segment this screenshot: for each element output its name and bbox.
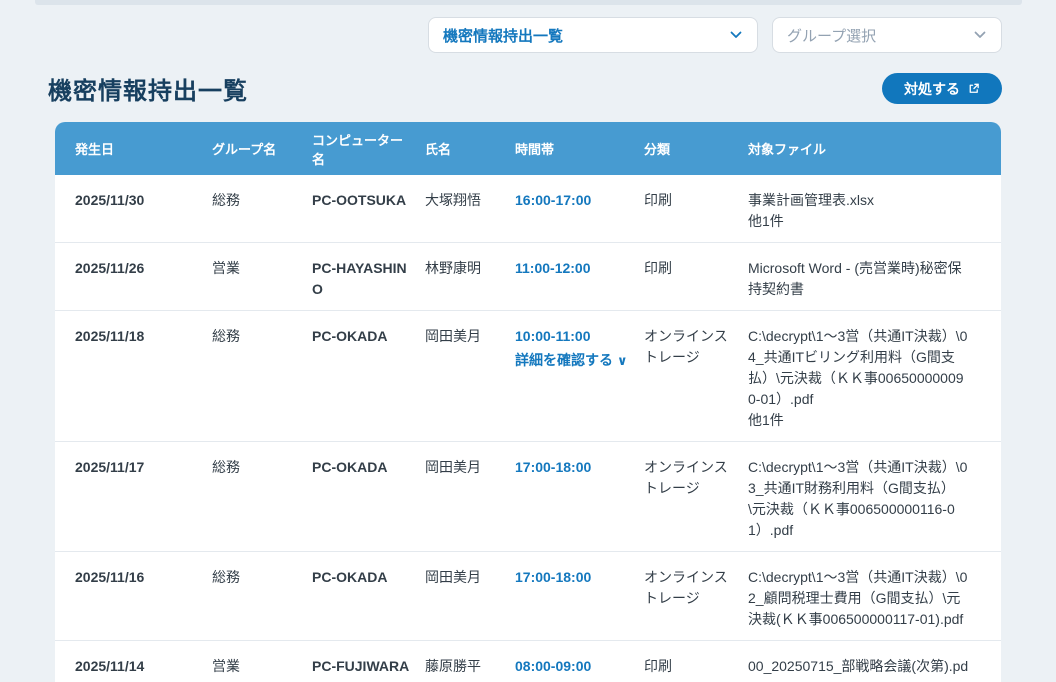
- time-range-link[interactable]: 17:00-18:00: [515, 457, 591, 478]
- page-title: 機密情報持出一覧: [48, 71, 248, 106]
- cell-files: C:\decrypt\1～3営（共通IT決裁）\04_共通ITビリング利用料（G…: [748, 326, 981, 431]
- chevron-down-icon: [973, 28, 987, 42]
- column-header-category: 分類: [644, 139, 748, 158]
- cell-date: 2025/11/18: [75, 326, 212, 347]
- detail-toggle-link[interactable]: 詳細を確認する∨: [515, 350, 632, 371]
- handle-action-button[interactable]: 対処する: [882, 73, 1002, 104]
- file-name: C:\decrypt\1～3営（共通IT決裁）\04_共通ITビリング利用料（G…: [748, 326, 969, 410]
- cell-time: 10:00-11:00 詳細を確認する∨: [515, 326, 644, 371]
- cell-name: 林野康明: [425, 258, 515, 279]
- title-row: 機密情報持出一覧 対処する: [48, 71, 1002, 106]
- cell-files: 00_20250715_部戦略会議(次第).pdf他1件: [748, 656, 981, 682]
- cell-group: 営業: [212, 258, 312, 279]
- export-events-table: 発生日 グループ名 コンピューター名 氏名 時間帯 分類 対象ファイル 2025…: [55, 122, 1001, 682]
- cell-time: 17:00-18:00: [515, 567, 644, 588]
- cell-date: 2025/11/14 詳細を確認する∨: [75, 656, 212, 682]
- cell-computer: PC-OOTSUKA: [312, 190, 413, 211]
- table-row: 2025/11/17 総務 PC-OKADA 岡田美月 17:00-18:00 …: [55, 442, 1001, 552]
- cell-category: オンラインストレージ: [644, 567, 748, 609]
- external-link-icon: [967, 82, 980, 95]
- cell-name: 大塚翔悟: [425, 190, 515, 211]
- cell-name: 岡田美月: [425, 567, 515, 588]
- column-header-computer: コンピューター名: [312, 130, 425, 168]
- top-edge-strip: [35, 0, 1022, 5]
- cell-name: 岡田美月: [425, 326, 515, 347]
- cell-computer: PC-FUJIWARA: [312, 656, 413, 677]
- occurrence-date: 2025/11/17: [75, 457, 200, 478]
- cell-group: 営業: [212, 656, 312, 677]
- cell-date: 2025/11/17: [75, 457, 212, 478]
- chevron-down-icon: [729, 28, 743, 42]
- cell-time: 11:00-12:00: [515, 258, 644, 279]
- occurrence-date: 2025/11/30: [75, 190, 200, 211]
- cell-files: Microsoft Word - (売営業時)秘密保持契約書: [748, 258, 981, 300]
- occurrence-date: 2025/11/16: [75, 567, 200, 588]
- report-type-select[interactable]: 機密情報持出一覧: [428, 17, 758, 53]
- cell-date: 2025/11/16: [75, 567, 212, 588]
- cell-name: 岡田美月: [425, 457, 515, 478]
- file-name: C:\decrypt\1～3営（共通IT決裁）\03_共通IT財務利用料（G間支…: [748, 457, 969, 541]
- occurrence-date: 2025/11/14: [75, 656, 200, 677]
- handle-action-button-label: 対処する: [904, 79, 960, 99]
- cell-files: 事業計画管理表.xlsx他1件: [748, 190, 981, 232]
- table-header-row: 発生日 グループ名 コンピューター名 氏名 時間帯 分類 対象ファイル: [55, 122, 1001, 175]
- occurrence-date: 2025/11/18: [75, 326, 200, 347]
- cell-name: 藤原勝平: [425, 656, 515, 677]
- file-name: 事業計画管理表.xlsx: [748, 190, 969, 211]
- file-name: 00_20250715_部戦略会議(次第).pdf: [748, 656, 969, 682]
- cell-category: オンラインストレージ: [644, 457, 748, 499]
- cell-group: 総務: [212, 457, 312, 478]
- cell-category: 印刷: [644, 656, 748, 677]
- table-row: 2025/11/14 詳細を確認する∨ 営業 PC-FUJIWARA 藤原勝平 …: [55, 641, 1001, 682]
- table-body: 2025/11/30 総務 PC-OOTSUKA 大塚翔悟 16:00-17:0…: [55, 175, 1001, 682]
- table-row: 2025/11/26 営業 PC-HAYASHINO 林野康明 11:00-12…: [55, 243, 1001, 311]
- cell-date: 2025/11/30: [75, 190, 212, 211]
- cell-category: オンラインストレージ: [644, 326, 748, 368]
- cell-files: C:\decrypt\1～3営（共通IT決裁）\02_顧問税理士費用（G間支払）…: [748, 567, 981, 630]
- time-range-link[interactable]: 11:00-12:00: [515, 258, 591, 279]
- cell-computer: PC-OKADA: [312, 326, 413, 347]
- cell-group: 総務: [212, 190, 312, 211]
- cell-date: 2025/11/26: [75, 258, 212, 279]
- column-header-file: 対象ファイル: [748, 139, 981, 158]
- time-range-link[interactable]: 08:00-09:00: [515, 656, 591, 677]
- cell-category: 印刷: [644, 258, 748, 279]
- filter-controls: 機密情報持出一覧 グループ選択: [428, 17, 1002, 53]
- column-header-group: グループ名: [212, 139, 312, 158]
- file-name: C:\decrypt\1～3営（共通IT決裁）\02_顧問税理士費用（G間支払）…: [748, 567, 969, 630]
- time-range-link[interactable]: 10:00-11:00: [515, 326, 591, 347]
- report-type-select-value: 機密情報持出一覧: [443, 25, 563, 46]
- cell-computer: PC-OKADA: [312, 567, 413, 588]
- group-select-placeholder: グループ選択: [787, 25, 876, 46]
- cell-computer: PC-OKADA: [312, 457, 413, 478]
- occurrence-date: 2025/11/26: [75, 258, 200, 279]
- cell-computer: PC-HAYASHINO: [312, 258, 413, 300]
- cell-time: 16:00-17:00: [515, 190, 644, 211]
- cell-category: 印刷: [644, 190, 748, 211]
- cell-time: 08:00-09:00 詳細を確認する∨: [515, 656, 644, 682]
- column-header-date: 発生日: [75, 139, 212, 158]
- cell-group: 総務: [212, 326, 312, 347]
- cell-files: C:\decrypt\1～3営（共通IT決裁）\03_共通IT財務利用料（G間支…: [748, 457, 981, 541]
- table-row: 2025/11/30 総務 PC-OOTSUKA 大塚翔悟 16:00-17:0…: [55, 175, 1001, 243]
- file-name: 他1件: [748, 211, 969, 232]
- cell-group: 総務: [212, 567, 312, 588]
- time-range-link[interactable]: 17:00-18:00: [515, 567, 591, 588]
- file-name: Microsoft Word - (売営業時)秘密保持契約書: [748, 258, 969, 300]
- group-select[interactable]: グループ選択: [772, 17, 1002, 53]
- table-row: 2025/11/16 総務 PC-OKADA 岡田美月 17:00-18:00 …: [55, 552, 1001, 641]
- column-header-name: 氏名: [425, 139, 515, 158]
- table-row: 2025/11/18 総務 PC-OKADA 岡田美月 10:00-11:00 …: [55, 311, 1001, 442]
- time-range-link[interactable]: 16:00-17:00: [515, 190, 591, 211]
- column-header-time: 時間帯: [515, 139, 644, 158]
- cell-time: 17:00-18:00: [515, 457, 644, 478]
- file-name: 他1件: [748, 410, 969, 431]
- chevron-down-icon: ∨: [617, 353, 628, 368]
